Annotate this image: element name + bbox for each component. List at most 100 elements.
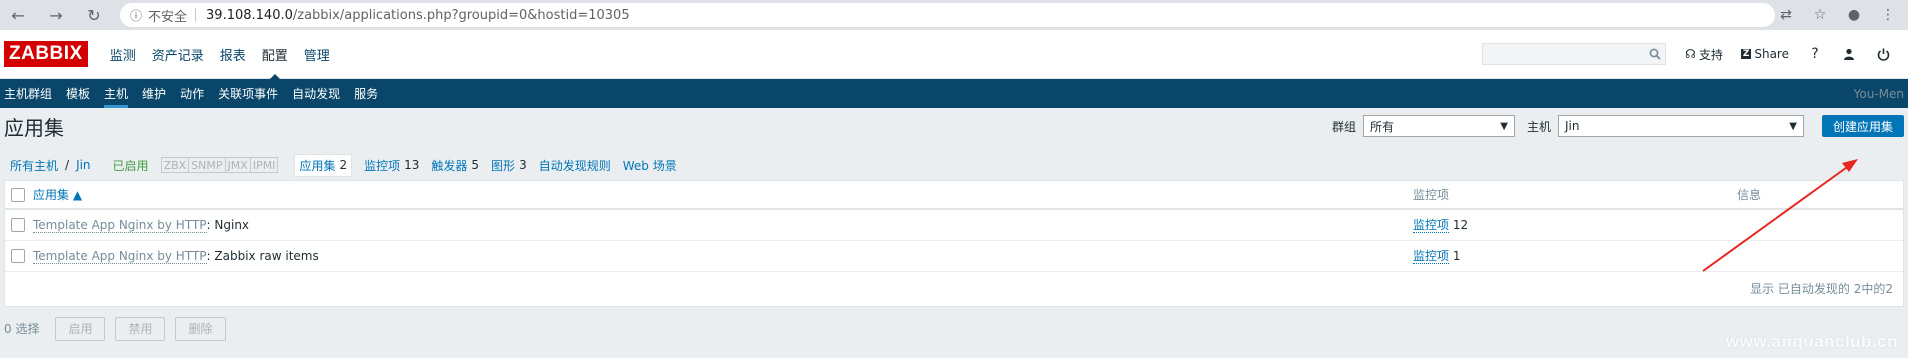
template-link[interactable]: Template App Nginx by HTTP xyxy=(33,248,207,264)
insecure-label: 不安全 xyxy=(148,9,188,25)
submenu-hosts[interactable]: 主机 xyxy=(104,79,129,108)
table-row: Template App Nginx by HTTP: Zabbix raw i… xyxy=(5,240,1903,272)
user-profile-icon[interactable] xyxy=(1839,48,1859,60)
menu-inventory[interactable]: 资产记录 xyxy=(144,30,212,79)
tab-label: 图形 xyxy=(491,158,516,173)
breadcrumb-separator: / xyxy=(65,158,70,172)
address-separator xyxy=(195,8,197,22)
breadcrumb-host[interactable]: Jin xyxy=(76,158,90,172)
items-count: 1 xyxy=(1452,249,1461,263)
tab-triggers[interactable]: 触发器 5 xyxy=(431,157,479,174)
share-z-icon: Z xyxy=(1740,49,1752,59)
profile-icon[interactable]: ● xyxy=(1844,5,1864,25)
submenu-services[interactable]: 服务 xyxy=(354,79,378,108)
share-link[interactable]: Z Share xyxy=(1740,47,1789,61)
info-icon[interactable]: ⓘ xyxy=(130,7,142,24)
host-select[interactable]: Jin ▼ xyxy=(1557,115,1804,137)
enable-button[interactable]: 启用 xyxy=(55,316,106,341)
items-link[interactable]: 监控项 xyxy=(1413,249,1450,264)
bookmark-star-icon[interactable]: ☆ xyxy=(1810,5,1830,25)
logout-icon[interactable] xyxy=(1873,48,1893,61)
menu-configuration[interactable]: 配置 xyxy=(254,30,296,80)
table-footer-info: 显示 已自动发现的 2中的2 xyxy=(1750,282,1893,296)
support-link[interactable]: ☊ 支持 xyxy=(1685,46,1723,63)
submenu-event-correlation[interactable]: 关联项事件 xyxy=(218,79,278,108)
sub-menu: 主机群组 模板 主机 维护 动作 关联项事件 自动发现 服务 You-Men xyxy=(0,79,1908,108)
header-filters: 群组 所有 ▼ 主机 Jin ▼ 创建应用集 xyxy=(1332,115,1904,137)
host-status-badge: 已启用 xyxy=(112,158,149,173)
breadcrumb-all-hosts[interactable]: 所有主机 xyxy=(10,157,58,174)
info-cell xyxy=(1737,209,1903,241)
reload-icon[interactable]: ↻ xyxy=(82,3,106,27)
address-bar[interactable]: ⓘ 不安全 39.108.140.0/zabbix/applications.p… xyxy=(120,3,1775,27)
submenu-discovery[interactable]: 自动发现 xyxy=(292,79,340,108)
delete-button[interactable]: 删除 xyxy=(175,316,226,341)
application-name: : Zabbix raw items xyxy=(206,248,319,263)
share-label: Share xyxy=(1754,47,1789,61)
disable-button[interactable]: 禁用 xyxy=(115,316,166,341)
page-header: 应用集 群组 所有 ▼ 主机 Jin ▼ 创建应用集 xyxy=(0,108,1908,144)
menu-administration[interactable]: 管理 xyxy=(296,30,338,79)
forward-icon[interactable]: → xyxy=(44,3,68,27)
column-items: 监控项 xyxy=(1413,181,1737,210)
host-filter-label: 主机 xyxy=(1526,119,1551,134)
column-application[interactable]: 应用集 ▲ xyxy=(33,181,1413,210)
menu-reports[interactable]: 报表 xyxy=(212,30,254,79)
template-link[interactable]: Template App Nginx by HTTP xyxy=(33,217,207,233)
submenu-host-groups[interactable]: 主机群组 xyxy=(4,79,52,108)
tab-items[interactable]: 监控项 13 xyxy=(364,157,419,174)
tab-label: 触发器 xyxy=(431,158,468,173)
row-checkbox[interactable] xyxy=(11,248,25,263)
protocol-jmx: JMX xyxy=(225,157,251,173)
select-all-cell xyxy=(5,181,33,210)
tab-discovery-rules[interactable]: 自动发现规则 xyxy=(539,157,611,174)
zabbix-logo[interactable]: ZABBIX xyxy=(4,41,88,67)
global-search-input[interactable] xyxy=(1482,43,1667,65)
menu-monitoring[interactable]: 监测 xyxy=(102,30,144,79)
browser-menu-icon[interactable]: ⋮ xyxy=(1878,5,1898,25)
column-info: 信息 xyxy=(1737,181,1903,210)
zabbix-header: ZABBIX 监测 资产记录 报表 配置 管理 ☊ 支持 Z Share ? xyxy=(0,30,1908,80)
tab-web-scenarios[interactable]: Web 场景 xyxy=(623,157,677,174)
tab-count: 13 xyxy=(404,158,420,172)
group-select[interactable]: 所有 ▼ xyxy=(1362,115,1515,137)
items-link[interactable]: 监控项 xyxy=(1413,218,1450,234)
row-checkbox-cell xyxy=(5,209,33,241)
items-cell: 监控项 1 xyxy=(1413,240,1737,272)
submenu-maintenance[interactable]: 维护 xyxy=(142,79,166,108)
tab-graphs[interactable]: 图形 3 xyxy=(491,157,527,174)
mass-actions-bar: 0 选择 启用 禁用 删除 xyxy=(0,307,1908,351)
application-name: : Nginx xyxy=(206,217,250,232)
tab-label: 应用集 xyxy=(299,158,336,173)
application-name-cell: Template App Nginx by HTTP: Zabbix raw i… xyxy=(33,240,1413,272)
protocol-ipmi: IPMI xyxy=(250,157,279,173)
host-navigation: 所有主机 / Jin 已启用 ZBX SNMP JMX IPMI 应用集 2 监控项 13… xyxy=(0,150,1908,180)
items-cell: 监控项 12 xyxy=(1413,209,1737,241)
tab-count: 3 xyxy=(519,158,527,172)
host-select-value: Jin xyxy=(1564,119,1580,133)
tab-count: 2 xyxy=(339,158,348,172)
table-header-row: 应用集 ▲ 监控项 信息 xyxy=(5,181,1903,210)
translate-icon[interactable]: ⇄ xyxy=(1776,5,1796,25)
help-icon[interactable]: ? xyxy=(1805,46,1825,62)
watermark: www.anquanclub.cn xyxy=(1725,332,1898,351)
tab-applications[interactable]: 应用集 2 xyxy=(294,153,353,177)
back-icon[interactable]: ← xyxy=(6,3,30,27)
select-all-checkbox[interactable] xyxy=(11,187,25,202)
row-checkbox[interactable] xyxy=(11,218,25,232)
group-select-value: 所有 xyxy=(1369,119,1394,134)
support-label: 支持 xyxy=(1698,47,1723,62)
column-application-label[interactable]: 应用集 ▲ xyxy=(33,188,82,202)
submenu-actions[interactable]: 动作 xyxy=(180,79,204,108)
protocol-snmp: SNMP xyxy=(189,157,226,173)
browser-toolbar: ← → ↻ ⓘ 不安全 39.108.140.0/zabbix/applicat… xyxy=(0,0,1908,30)
search-icon[interactable] xyxy=(1649,48,1661,60)
url-path: /zabbix/applications.php?groupid=0&hosti… xyxy=(292,7,630,23)
tab-count: 5 xyxy=(471,158,480,172)
page-title: 应用集 xyxy=(4,115,64,140)
applications-table-panel: 应用集 ▲ 监控项 信息 Template App Nginx by HTTP:… xyxy=(4,180,1904,307)
submenu-templates[interactable]: 模板 xyxy=(66,79,90,108)
main-menu: 监测 资产记录 报表 配置 管理 xyxy=(102,30,338,80)
tab-label: 自动发现规则 xyxy=(538,158,611,173)
create-application-button[interactable]: 创建应用集 xyxy=(1821,115,1904,137)
